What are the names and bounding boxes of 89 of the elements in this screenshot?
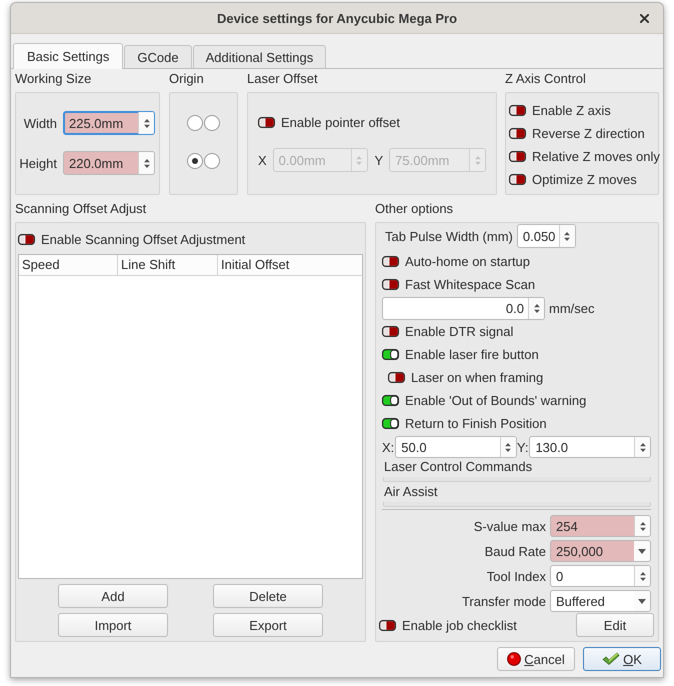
edit-button[interactable]: Edit: [576, 613, 654, 637]
group-title: Working Size: [15, 70, 92, 88]
field-label: X: [258, 152, 267, 168]
spin-box[interactable]: 225.0mm: [63, 111, 155, 135]
caret-icon[interactable]: [638, 548, 646, 554]
toggle-option[interactable]: Enable 'Out of Bounds' warning: [382, 389, 586, 412]
field-label: Width: [24, 116, 57, 130]
dropdown[interactable]: Buffered: [550, 590, 651, 612]
column-header: Initial Offset: [220, 256, 290, 274]
toggle-switch-icon[interactable]: [382, 326, 399, 337]
spin-box[interactable]: 0: [550, 565, 651, 587]
section-title: Laser Control Commands: [383, 458, 532, 476]
tab[interactable]: Additional Settings: [192, 45, 326, 68]
group-title: Z Axis Control: [505, 70, 586, 88]
spin-arrows-icon[interactable]: [144, 158, 150, 168]
field-label: Height: [19, 156, 57, 170]
radio-button[interactable]: [204, 115, 220, 131]
checkmark-icon: [602, 652, 620, 666]
toggle-option[interactable]: Enable Scanning Offset Adjustment: [18, 228, 246, 250]
toggle-switch-icon[interactable]: [509, 151, 526, 162]
spin-arrows-icon[interactable]: [505, 442, 512, 452]
push-button[interactable]: Delete: [213, 584, 323, 608]
field-label: Tab Pulse Width (mm): [384, 228, 513, 244]
spin-arrows-icon[interactable]: [640, 572, 646, 580]
column-header: Line Shift: [118, 255, 218, 275]
toggle-option[interactable]: Enable DTR signal: [382, 320, 514, 343]
toggle-option[interactable]: Enable job checklist: [379, 614, 517, 636]
toggle-switch-icon[interactable]: [382, 395, 399, 406]
spin-arrows-icon[interactable]: [564, 232, 570, 240]
field-label: Transfer mode: [462, 594, 546, 608]
radio-button[interactable]: [187, 115, 203, 131]
window-title: Device settings for Anycubic Mega Pro: [216, 10, 458, 26]
toggle-switch-icon[interactable]: [382, 418, 399, 429]
tab[interactable]: GCode: [124, 45, 192, 68]
push-button[interactable]: Import: [58, 613, 168, 637]
toggle-option[interactable]: Return to Finish Position: [382, 412, 547, 435]
toggle-option[interactable]: Reverse Z direction: [509, 122, 645, 145]
toggle-option[interactable]: Enable Z axis: [509, 99, 611, 122]
spin-box[interactable]: 0.0: [382, 297, 545, 320]
spin-box[interactable]: 50.0: [395, 436, 517, 458]
group-title: Laser Offset: [247, 70, 318, 88]
toggle-switch-icon[interactable]: [18, 234, 35, 244]
tab[interactable]: Basic Settings: [13, 43, 124, 69]
toggle-switch-icon[interactable]: [382, 279, 399, 290]
field-label: Tool Index: [486, 568, 546, 584]
radio-button[interactable]: [187, 153, 203, 169]
field-label: Baud Rate: [484, 544, 546, 558]
caret-icon[interactable]: [638, 598, 646, 604]
spin-box[interactable]: 130.0: [529, 436, 651, 458]
toggle-option[interactable]: Optimize Z moves: [509, 168, 637, 191]
toggle-option[interactable]: Fast Whitespace Scan: [382, 273, 536, 296]
spin-arrows-icon[interactable]: [640, 442, 646, 452]
group-title: Scanning Offset Adjust: [15, 200, 146, 218]
toggle-option[interactable]: Relative Z moves only: [509, 145, 660, 168]
toggle-option[interactable]: Enable laser fire button: [382, 343, 539, 366]
field-label: S-value max: [474, 518, 546, 534]
push-button[interactable]: Add: [58, 584, 168, 608]
spin-box[interactable]: 220.0mm: [63, 151, 155, 175]
toggle-switch-icon[interactable]: [388, 372, 405, 383]
section-title: Air Assist: [383, 483, 438, 501]
dropdown[interactable]: 250,000: [550, 540, 651, 562]
field-label: Y: [374, 152, 384, 168]
toggle-switch-icon[interactable]: [382, 349, 399, 360]
toggle-switch-icon[interactable]: [379, 620, 396, 630]
ok-button[interactable]: OK: [583, 647, 661, 671]
cancel-button[interactable]: Cancel: [497, 647, 575, 671]
field-label: X:: [382, 440, 396, 454]
column-header: Speed: [19, 255, 118, 275]
field-label: Y:: [516, 440, 530, 454]
spin-box[interactable]: 0.050: [516, 224, 576, 248]
toggle-switch-icon[interactable]: [509, 128, 526, 139]
toggle-option[interactable]: Enable pointer offset: [258, 111, 400, 133]
unit-label: mm/sec: [549, 301, 594, 316]
toggle-option[interactable]: Auto-home on startup: [382, 250, 530, 273]
spin-arrows-icon[interactable]: [640, 522, 646, 530]
toggle-switch-icon[interactable]: [509, 174, 526, 185]
spin-arrows-icon[interactable]: [144, 118, 150, 128]
spin-box[interactable]: 254: [550, 515, 651, 537]
close-icon[interactable]: [640, 14, 649, 22]
push-button[interactable]: Export: [213, 613, 323, 637]
radio-button[interactable]: [204, 153, 220, 169]
stop-icon: [507, 652, 522, 666]
toggle-option[interactable]: Laser on when framing: [388, 366, 544, 389]
spin-arrows-icon[interactable]: [534, 304, 540, 313]
toggle-switch-icon[interactable]: [509, 105, 526, 116]
group-title: Origin: [169, 70, 204, 88]
toggle-switch-icon[interactable]: [258, 116, 275, 128]
group-title: Other options: [375, 200, 454, 218]
toggle-switch-icon[interactable]: [382, 256, 399, 267]
